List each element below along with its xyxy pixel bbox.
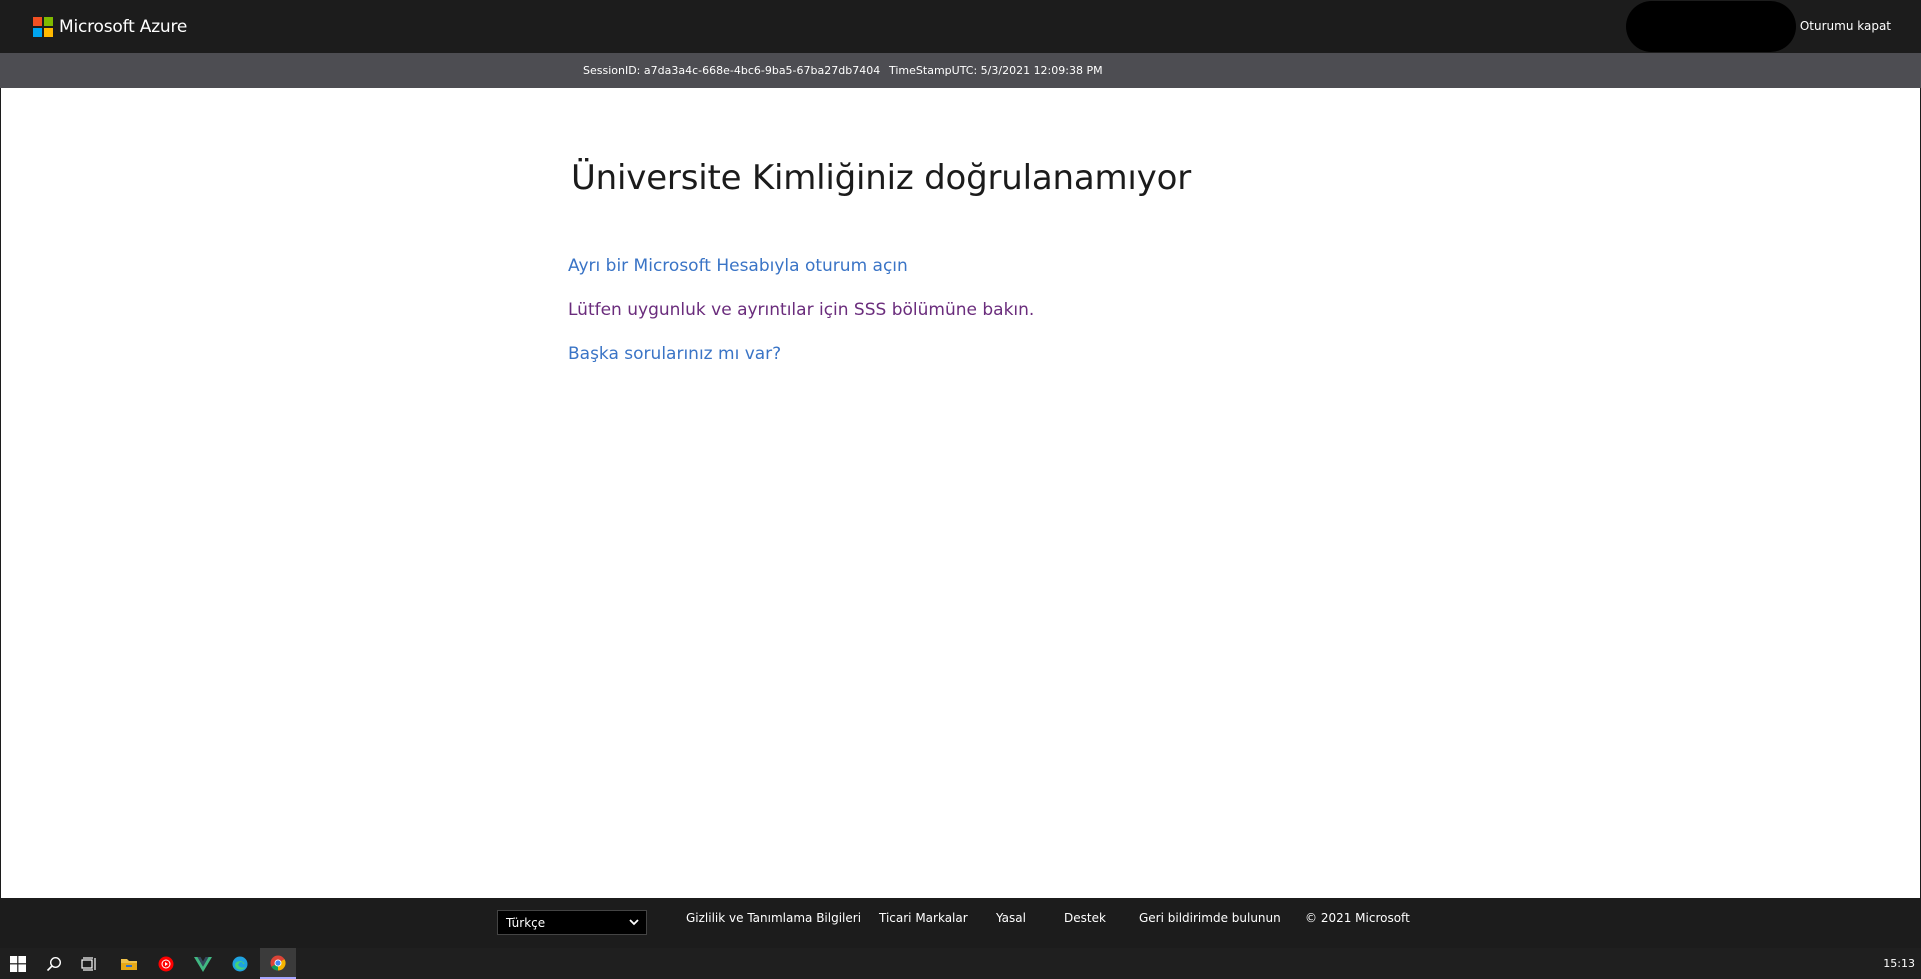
chrome-icon[interactable] (260, 948, 296, 979)
footer-support-link[interactable]: Destek (1064, 898, 1106, 938)
windows-taskbar: 15:13 (0, 948, 1921, 979)
account-avatar[interactable] (1626, 1, 1796, 52)
language-select[interactable]: Türkçe (497, 910, 647, 935)
more-questions-link[interactable]: Başka sorularınız mı var? (568, 344, 781, 364)
footer-copyright: © 2021 Microsoft (1305, 911, 1410, 925)
signout-link[interactable]: Oturumu kapat (1800, 0, 1891, 53)
sign-in-other-account-link[interactable]: Ayrı bir Microsoft Hesabıyla oturum açın (568, 256, 908, 276)
search-icon[interactable] (36, 948, 72, 979)
page-title: Üniversite Kimliğiniz doğrulanamıyor (571, 158, 1191, 198)
main-content (0, 88, 1921, 898)
brand-name: Microsoft Azure (59, 16, 188, 37)
taskbar-clock[interactable]: 15:13 (1883, 948, 1915, 979)
microsoft-logo-icon (33, 16, 53, 37)
vue-icon[interactable] (185, 948, 221, 979)
brand-home-link[interactable]: Microsoft Azure (33, 16, 188, 37)
page-footer: Türkçe Gizlilik ve Tanımlama Bilgileri T… (0, 898, 1921, 948)
footer-trademarks-link[interactable]: Ticari Markalar (879, 898, 968, 938)
edge-icon[interactable] (222, 948, 258, 979)
chevron-down-icon (629, 919, 639, 926)
file-explorer-icon[interactable] (111, 948, 147, 979)
language-select-value: Türkçe (506, 915, 546, 930)
footer-legal-link[interactable]: Yasal (996, 898, 1026, 938)
task-view-icon[interactable] (72, 948, 108, 979)
timestamp-utc: TimeStampUTC: 5/3/2021 12:09:38 PM (889, 64, 1103, 77)
youtube-music-icon[interactable] (148, 948, 184, 979)
faq-link[interactable]: Lütfen uygunluk ve ayrıntılar için SSS b… (568, 300, 1034, 320)
footer-privacy-link[interactable]: Gizlilik ve Tanımlama Bilgileri (686, 898, 861, 938)
top-header: Microsoft Azure Oturumu kapat (0, 0, 1921, 53)
footer-feedback-link[interactable]: Geri bildirimde bulunun (1139, 898, 1281, 938)
session-info-bar: SessionID: a7da3a4c-668e-4bc6-9ba5-67ba2… (0, 53, 1921, 88)
session-id: SessionID: a7da3a4c-668e-4bc6-9ba5-67ba2… (583, 64, 881, 77)
windows-start-icon[interactable] (0, 948, 36, 979)
